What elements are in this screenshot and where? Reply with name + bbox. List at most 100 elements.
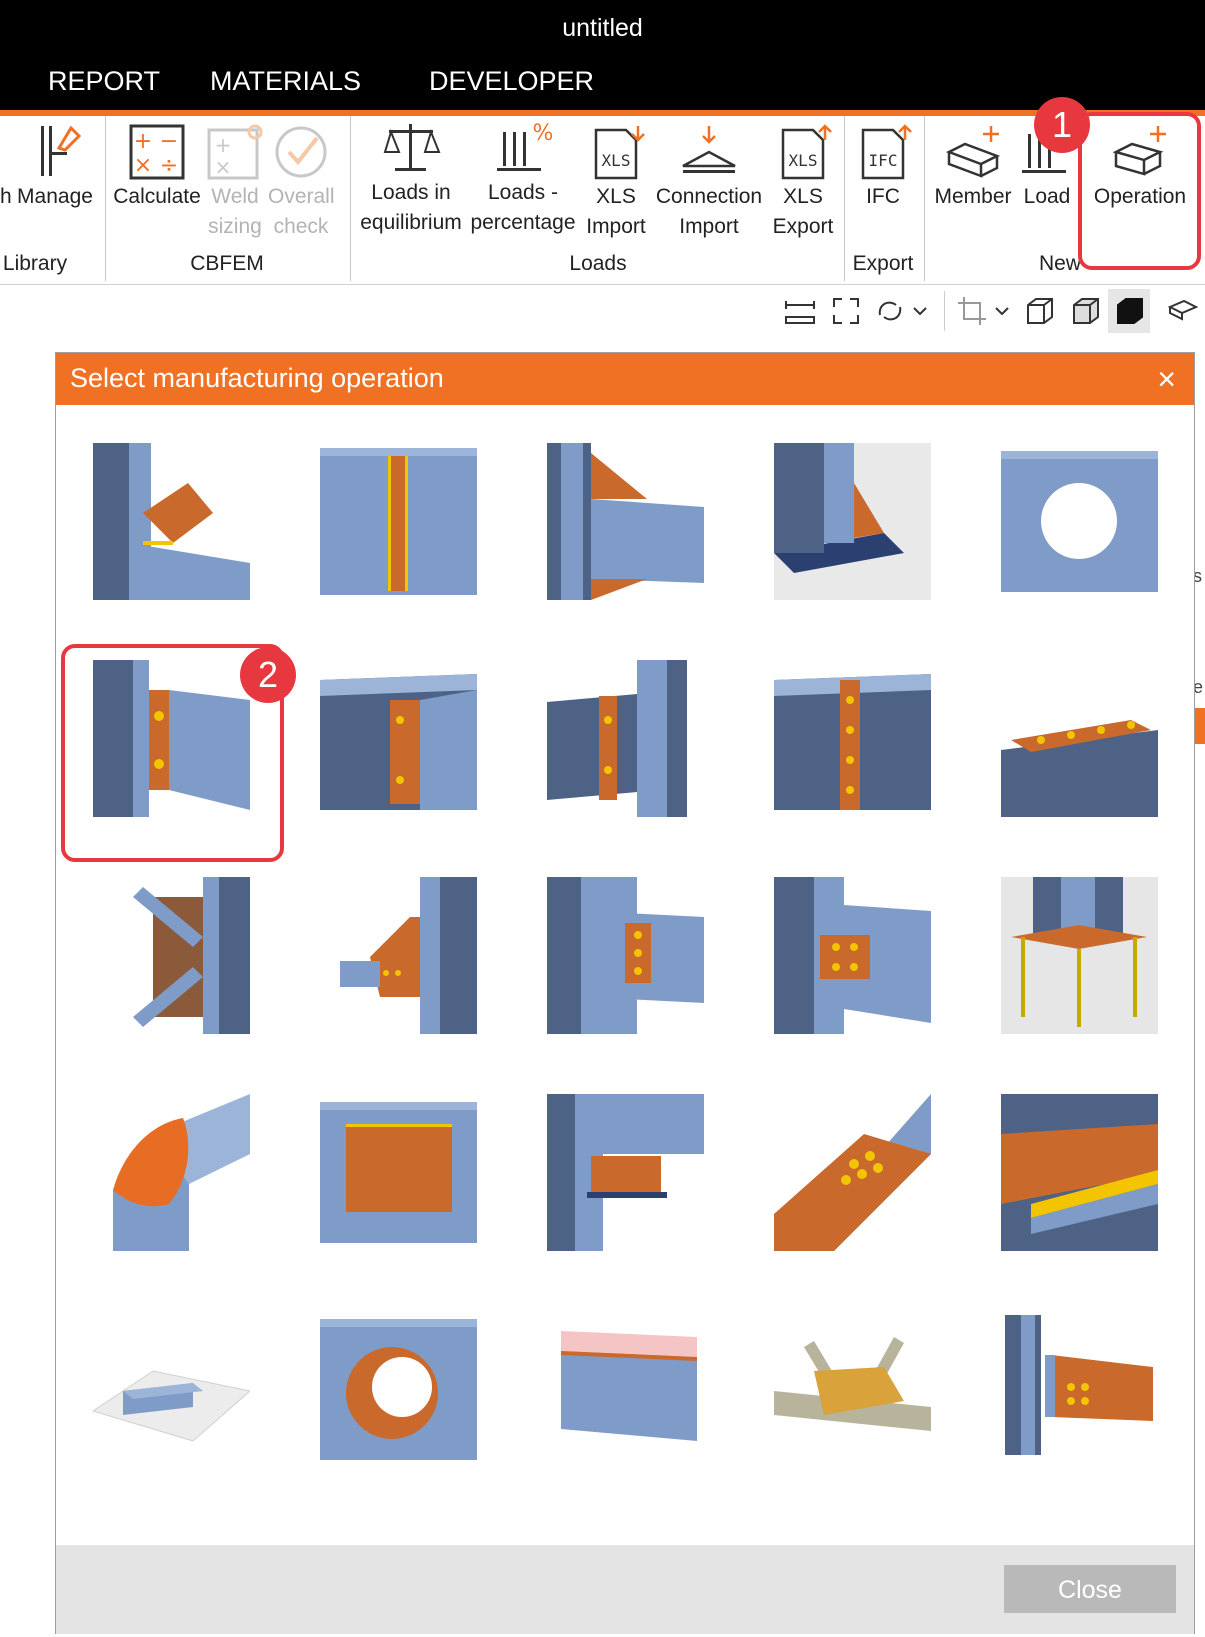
button-label: Member: [934, 185, 1012, 208]
operation-tile-bolted-plate-diagonal[interactable]: [774, 1094, 931, 1251]
operation-tile-haunch-beam[interactable]: [547, 443, 704, 600]
chevron-down-icon[interactable]: [910, 295, 930, 327]
ribbon: h Manage Library + − × ÷ Calculate + × W…: [0, 116, 1205, 285]
operation-grid: [56, 405, 1194, 1575]
menu-report[interactable]: REPORT: [48, 66, 160, 97]
operation-tile-concrete-block[interactable]: [93, 1311, 250, 1468]
ribbon-button-partial[interactable]: h: [0, 122, 12, 212]
callout-highlight-operation: [1078, 112, 1201, 270]
operation-tile-flange-cover-plate[interactable]: [1001, 1094, 1158, 1251]
button-label: XLS: [783, 185, 823, 208]
operation-tile-bolted-flange-splice[interactable]: [774, 660, 931, 817]
operation-tile-web-stiffener[interactable]: [320, 443, 477, 600]
svg-text:+: +: [215, 133, 232, 157]
calculate-button[interactable]: + − × ÷ Calculate: [112, 122, 202, 212]
transparent-cube-icon[interactable]: [1070, 295, 1102, 327]
menu-developer[interactable]: DEVELOPER: [429, 66, 594, 97]
overall-check-button[interactable]: Overall check: [268, 122, 335, 242]
button-label: h: [0, 185, 12, 208]
button-label: Load: [1023, 185, 1071, 208]
crop-icon[interactable]: [956, 295, 988, 327]
button-label: Connection: [655, 185, 763, 208]
operation-tile-base-plate-stiffener[interactable]: [774, 443, 931, 600]
operation-tile-circular-hollow-opening[interactable]: [320, 1311, 477, 1468]
chevron-down-icon[interactable]: [992, 295, 1012, 327]
ifc-glyph: IFC: [869, 151, 898, 170]
operation-tile-cover-plate-splice[interactable]: [547, 660, 704, 817]
button-label: sizing: [208, 215, 262, 238]
view-toolbar: [0, 285, 1205, 345]
button-label: Loads in: [371, 181, 451, 204]
operation-tile-web-doubler-plate[interactable]: [320, 1094, 477, 1251]
operation-tile-anchored-base-plate[interactable]: [1001, 877, 1158, 1034]
loads-in-equilibrium-button[interactable]: Loads in equilibrium: [356, 118, 466, 238]
button-label: IFC: [866, 185, 900, 208]
button-label: Loads -: [487, 181, 559, 204]
group-label-loads: Loads: [569, 252, 627, 275]
button-label: Weld: [211, 185, 259, 208]
operation-tile-fin-plate-bolted[interactable]: [547, 877, 704, 1034]
ifc-file-icon: IFC: [861, 124, 912, 180]
ifc-export-button[interactable]: IFC IFC: [848, 122, 918, 212]
toolbar-separator: [944, 291, 945, 331]
group-label-export: Export: [852, 252, 914, 275]
operation-tile-stiffened-plate-column[interactable]: [93, 443, 250, 600]
button-label: Import: [679, 215, 739, 238]
percent-glyph: %: [533, 121, 553, 146]
group-separator: [924, 116, 925, 281]
wireframe-cube-icon[interactable]: [1024, 295, 1056, 327]
xls-export-button[interactable]: XLS XLS Export: [766, 122, 840, 242]
rotate-view-icon[interactable]: [874, 295, 906, 327]
manage-button[interactable]: Manage: [14, 122, 96, 212]
weld-sizing-button[interactable]: + × Weld sizing: [204, 122, 266, 242]
menu-bar: REPORT MATERIALS DEVELOPER: [0, 56, 1205, 110]
loads-percentage-button[interactable]: % Loads - percentage: [468, 118, 578, 238]
operation-tile-truss-node-bolted[interactable]: [774, 1311, 931, 1468]
button-label: equilibrium: [360, 211, 462, 234]
operation-tile-bracing-gusset[interactable]: [93, 877, 250, 1034]
xls-import-button[interactable]: XLS XLS Import: [580, 122, 652, 242]
button-label: Export: [772, 215, 834, 238]
group-label-library: Library: [2, 252, 68, 275]
button-label: Calculate: [113, 185, 201, 208]
dialog-header: Select manufacturing operation ×: [56, 353, 1194, 405]
menu-materials[interactable]: MATERIALS: [210, 66, 361, 97]
calculate-icon: + − × ÷: [129, 124, 185, 180]
operation-tile-tube-gusset-plate[interactable]: [320, 877, 477, 1034]
dialog-title: Select manufacturing operation: [70, 363, 444, 393]
button-label: percentage: [470, 211, 576, 234]
operation-tile-column-bracket-bolted[interactable]: [1001, 1311, 1158, 1468]
callout-badge-1: 1: [1034, 97, 1090, 153]
fit-view-icon[interactable]: [830, 295, 862, 327]
callout-badge-2: 2: [240, 647, 296, 703]
xls-file-icon: XLS: [594, 126, 645, 180]
svg-text:×: ×: [215, 155, 232, 179]
button-label: Overall: [268, 185, 335, 208]
close-button[interactable]: Close: [1004, 1565, 1176, 1613]
check-circle-icon: [275, 126, 327, 178]
group-separator: [350, 116, 351, 281]
xls-file-icon: XLS: [781, 124, 832, 180]
operation-tile-cut-beam[interactable]: [547, 1311, 704, 1468]
plane-view-icon[interactable]: [1166, 295, 1198, 327]
operation-tile-flange-plate-splice[interactable]: [1001, 660, 1158, 817]
measure-icon[interactable]: [784, 295, 816, 327]
operation-tile-seat-angle[interactable]: [547, 1094, 704, 1251]
operation-tile-pipe-mitre-weld[interactable]: [93, 1094, 250, 1251]
new-member-button[interactable]: Member: [930, 122, 1016, 212]
connection-import-button[interactable]: Connection Import: [654, 122, 764, 242]
svg-text:÷: ÷: [160, 153, 178, 178]
loads-percentage-icon: %: [497, 121, 553, 171]
dialog-footer: Close: [56, 1545, 1194, 1634]
xls-glyph: XLS: [602, 151, 631, 170]
operation-tile-angle-cleat-bolted[interactable]: [774, 877, 931, 1034]
operation-tile-web-opening[interactable]: [1001, 443, 1158, 600]
connection-import-icon: [682, 126, 736, 173]
solid-cube-icon[interactable]: [1114, 295, 1146, 327]
group-separator: [844, 116, 845, 281]
window-title: untitled: [0, 0, 1205, 56]
operation-tile-beam-splice-end-plate[interactable]: [320, 660, 477, 817]
select-operation-dialog: Select manufacturing operation × Close: [55, 352, 1195, 1634]
close-icon[interactable]: ×: [1157, 361, 1176, 398]
svg-text:×: ×: [134, 153, 152, 178]
